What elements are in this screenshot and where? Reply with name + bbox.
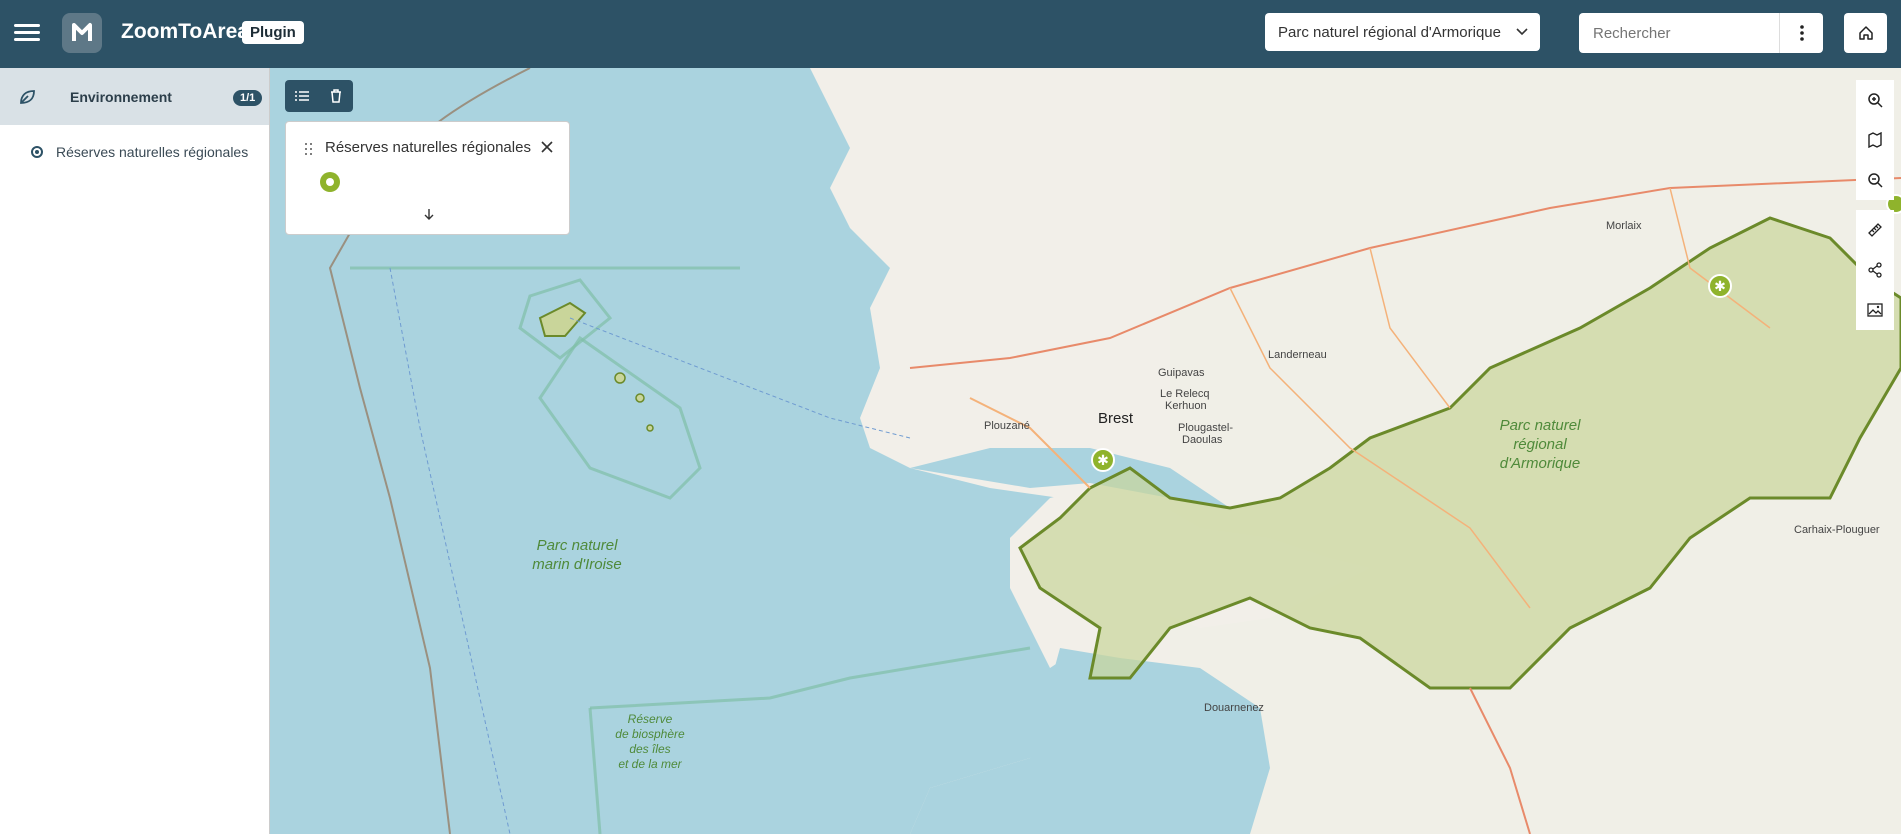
park-armorique-label: Parc naturel régional d'Armorique [1480, 416, 1600, 473]
zoom-out-icon [1868, 173, 1883, 188]
more-options-icon[interactable] [1779, 13, 1823, 53]
area-select-value: Parc naturel régional d'Armorique [1278, 23, 1501, 41]
app-logo [62, 13, 102, 53]
chevron-down-icon [1516, 28, 1528, 36]
share-button[interactable] [1856, 250, 1894, 290]
trash-icon [331, 89, 341, 103]
svg-text:✱: ✱ [1097, 453, 1109, 469]
sidebar-category-count: 1/1 [233, 90, 263, 106]
reserve-marker[interactable]: ✱ [1708, 274, 1732, 298]
sidebar-category-label: Environnement [70, 89, 172, 105]
legend-title: Réserves naturelles régionales [325, 139, 531, 156]
zoom-to-area-button[interactable] [1856, 120, 1894, 160]
biosphere-label: Réserve de biosphère des îles et de la m… [600, 712, 700, 772]
zoom-in-icon [1868, 93, 1883, 108]
search-input[interactable] [1579, 13, 1779, 53]
park-iroise-line: marin d'Iroise [532, 556, 622, 573]
park-armorique-line: Parc naturel [1499, 417, 1581, 434]
map-label-guipavas: Guipavas [1158, 367, 1205, 379]
legend-panel: Réserves naturelles régionales [285, 121, 570, 235]
map-label-plougastel: Plougastel- [1178, 422, 1234, 434]
sidebar-item-reserves[interactable]: Réserves naturelles régionales [0, 140, 269, 164]
reserve-marker[interactable]: ✱ [1091, 448, 1115, 472]
park-iroise-label: Parc naturel marin d'Iroise [512, 536, 642, 574]
image-icon [1867, 303, 1883, 317]
svg-text:✱: ✱ [1714, 279, 1726, 295]
reserve-symbol-icon [320, 172, 340, 192]
menu-icon[interactable] [14, 20, 40, 46]
map-label-daoulas: Daoulas [1182, 434, 1223, 446]
map-label-landerneau: Landerneau [1268, 349, 1327, 361]
park-armorique-line: d'Armorique [1499, 455, 1581, 472]
park-armorique-line: régional [1513, 436, 1567, 453]
biosphere-line: des îles [629, 742, 671, 756]
radio-icon [31, 146, 43, 158]
export-image-button[interactable] [1856, 290, 1894, 330]
map-label-carhaix: Carhaix-Plouguer [1794, 524, 1880, 536]
app-title: ZoomToArea [121, 20, 249, 43]
map-label-douarnenez: Douarnenez [1204, 702, 1264, 714]
ruler-icon [1868, 223, 1882, 237]
search-box [1579, 13, 1823, 53]
park-iroise-line: Parc naturel [536, 537, 618, 554]
home-icon [1858, 26, 1873, 40]
sidebar: Environnement 1/1 Réserves naturelles ré… [0, 68, 270, 834]
map-label-kerhuon: Kerhuon [1165, 400, 1207, 412]
zoom-in-button[interactable] [1856, 80, 1894, 120]
map-label-relecq: Le Relecq [1160, 388, 1210, 400]
area-select[interactable]: Parc naturel régional d'Armorique [1265, 13, 1540, 51]
map-label-plouzane: Plouzané [984, 420, 1030, 432]
home-button[interactable] [1844, 13, 1887, 53]
sidebar-category-environnement[interactable]: Environnement 1/1 [0, 68, 269, 125]
list-icon [295, 91, 309, 101]
biosphere-line: Réserve [627, 712, 673, 726]
biosphere-line: de biosphère [615, 727, 685, 741]
zoom-out-button[interactable] [1856, 160, 1894, 200]
map-pin-icon [1868, 132, 1882, 148]
arrow-down-icon[interactable] [421, 206, 437, 222]
sidebar-item-label: Réserves naturelles régionales [56, 144, 249, 160]
close-icon[interactable] [538, 138, 556, 156]
map-label-morlaix: Morlaix [1606, 220, 1642, 232]
biosphere-line: et de la mer [618, 757, 682, 771]
plugin-badge: Plugin [242, 21, 304, 44]
delete-button[interactable] [319, 80, 353, 112]
share-icon [1868, 262, 1882, 278]
map-toolbar [285, 80, 353, 112]
map-label-brest: Brest [1098, 410, 1134, 427]
header-bar: ZoomToArea Plugin Parc naturel régional … [0, 0, 1901, 68]
leaf-icon [20, 90, 35, 104]
drag-handle-icon[interactable] [304, 142, 314, 156]
map-controls [1856, 80, 1894, 330]
measure-button[interactable] [1856, 210, 1894, 250]
list-button[interactable] [285, 80, 319, 112]
